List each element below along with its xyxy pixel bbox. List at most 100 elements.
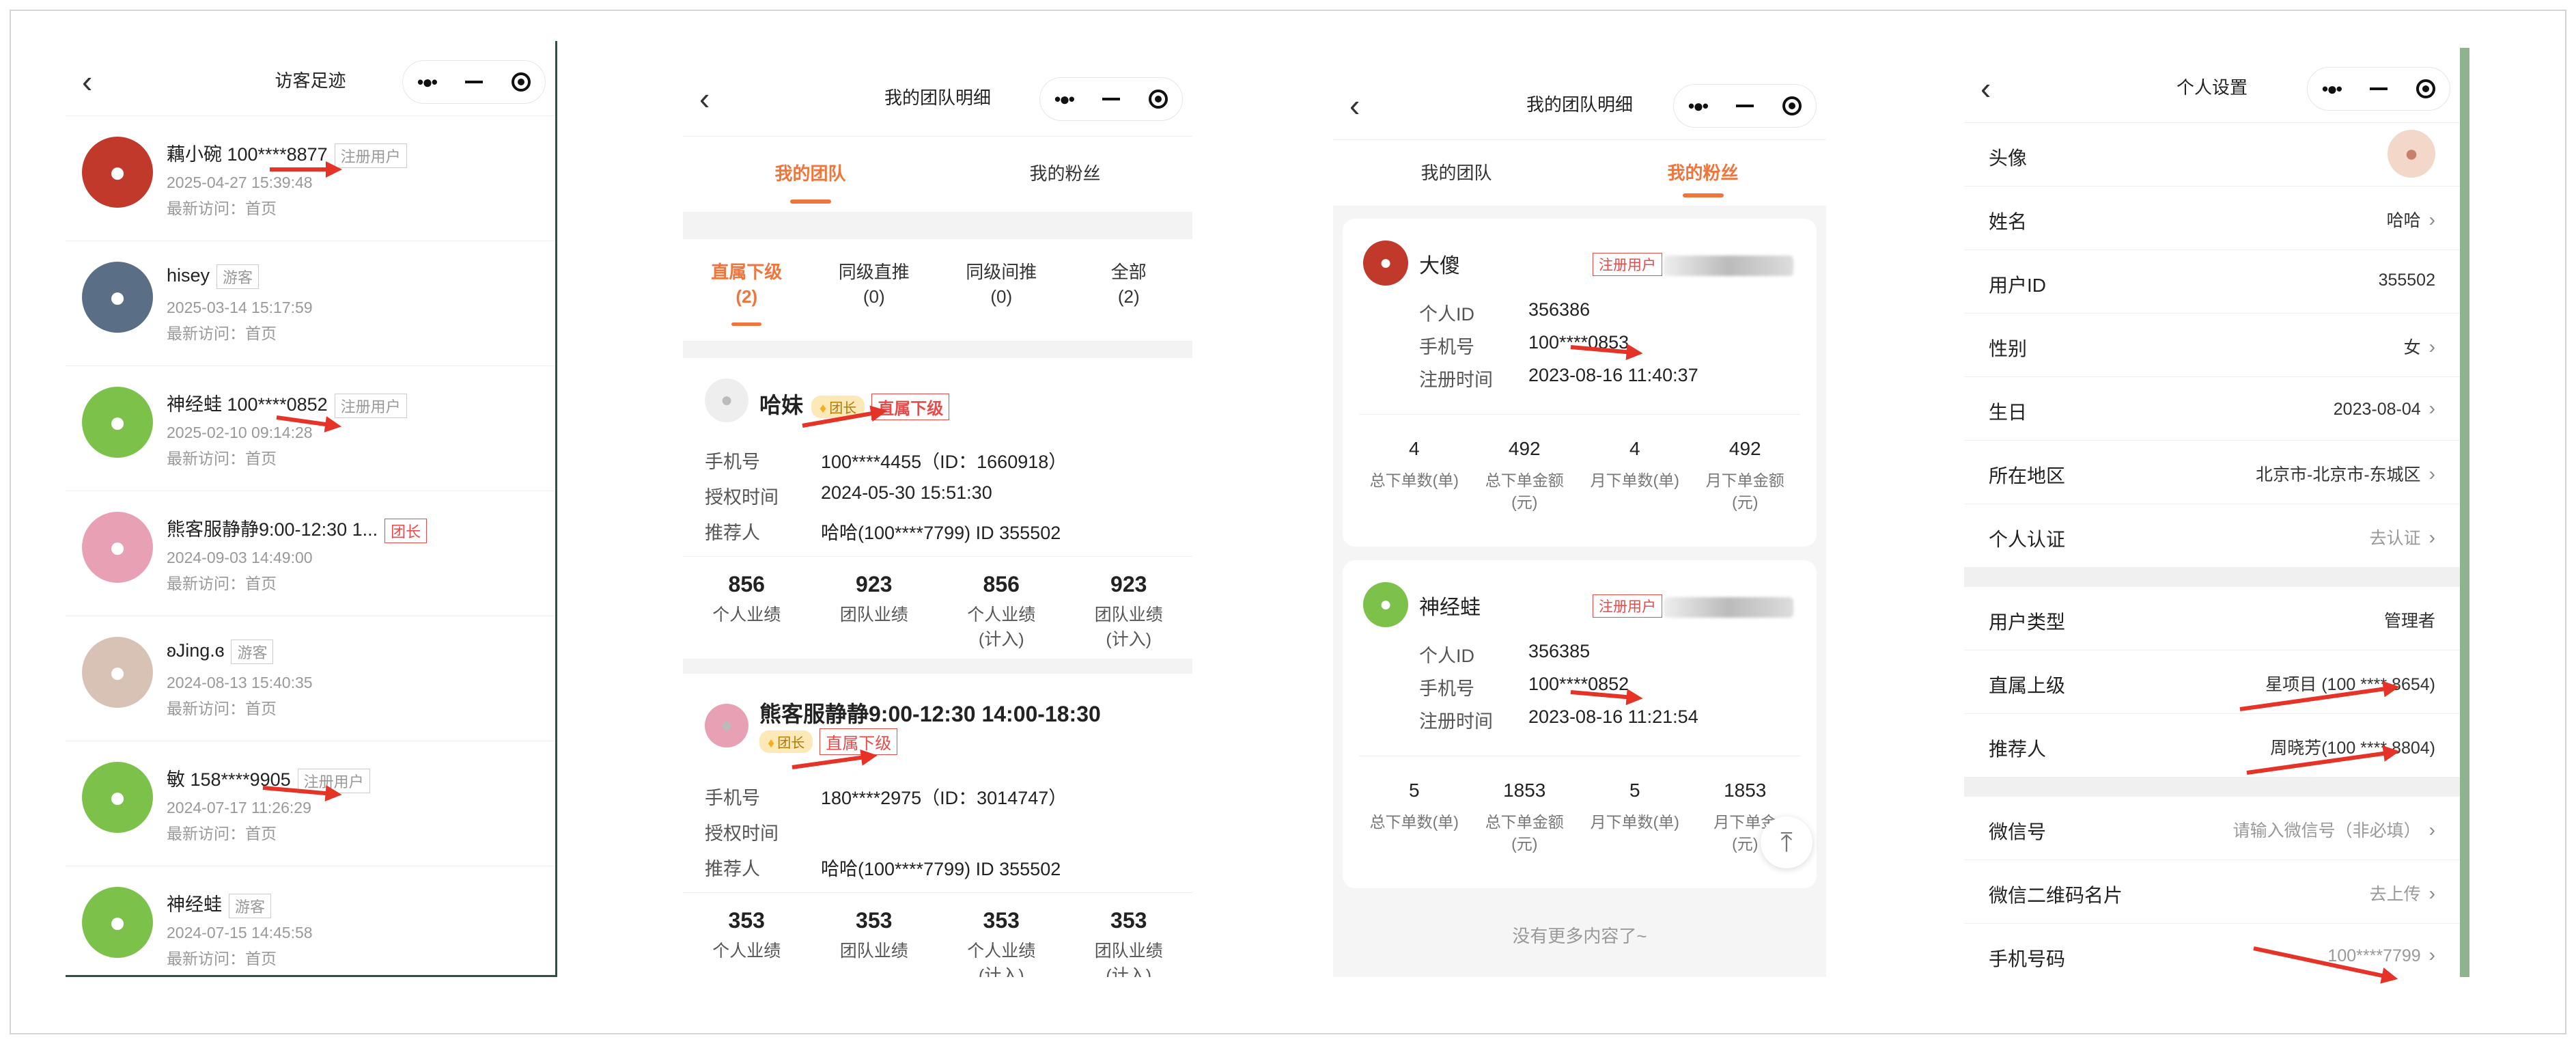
minimize-icon[interactable] bbox=[2369, 87, 2388, 90]
more-dots-icon[interactable]: •●• bbox=[1688, 96, 1709, 117]
settings-row[interactable]: 微信二维码名片 去上传 › bbox=[1964, 860, 2460, 924]
fan-phone-row: 手机号 100****0852 bbox=[1419, 674, 1629, 700]
subtab[interactable]: 同级直推 (0) bbox=[811, 239, 938, 341]
visitor-tag: 注册用户 bbox=[334, 143, 407, 168]
auth-value: 2024-05-30 15:51:30 bbox=[821, 482, 992, 503]
chevron-right-icon: › bbox=[2428, 209, 2435, 230]
settings-row[interactable]: 用户ID 355502 bbox=[1964, 250, 2460, 314]
minimize-icon[interactable] bbox=[464, 81, 483, 83]
visitor-item[interactable]: ● 藕小碗 100****8877 注册用户 2025-04-27 15:39:4… bbox=[66, 116, 555, 241]
fan-stat-cell: 5 总下单数(单) bbox=[1359, 756, 1470, 855]
settings-row[interactable]: 生日 2023-08-04 › bbox=[1964, 377, 2460, 441]
settings-row[interactable]: 性别 女 › bbox=[1964, 314, 2460, 377]
minimize-icon[interactable] bbox=[1735, 105, 1754, 107]
fan-id-row: 个人ID 356385 bbox=[1419, 641, 1590, 668]
fan-stat-value: 4 bbox=[1408, 438, 1420, 459]
stat-cell: 923 团队业绩 (计入) bbox=[1065, 557, 1193, 652]
frog-avatar: ● bbox=[82, 387, 153, 458]
member-card[interactable]: ● 熊客服静静9:00-12:30 14:00-18:30 团长直属下级 手机号… bbox=[683, 674, 1192, 977]
settings-row[interactable]: 头像 ● bbox=[1964, 123, 2460, 187]
mini-program-capsule[interactable]: •●• bbox=[1673, 84, 1817, 128]
visit-time: 2025-04-27 15:39:48 bbox=[167, 174, 313, 191]
team-tabs: 我的团队 我的粉丝 bbox=[1333, 140, 1826, 206]
frog-avatar: ● bbox=[82, 762, 153, 833]
visitor-name-text: 神经蛙 100****0852 bbox=[167, 394, 328, 415]
more-dots-icon[interactable]: •●• bbox=[2322, 79, 2342, 100]
fan-id-label: 个人ID bbox=[1419, 304, 1474, 325]
stat-value: 856 bbox=[983, 572, 1020, 596]
mini-program-capsule[interactable]: •●• bbox=[2307, 67, 2450, 111]
visitor-item[interactable]: ● 神经蛙 100****0852 注册用户 2025-02-10 09:14:2… bbox=[66, 366, 555, 491]
member-card[interactable]: ● 哈妹团长直属下级 手机号100****4455（ID：1660918） 授权… bbox=[683, 358, 1192, 659]
settings-value: 100****7799 › bbox=[2327, 944, 2435, 966]
fan-card[interactable]: ● 大傻 注册用户 个人ID 356386 手机号 100****0853 注册时间… bbox=[1343, 219, 1817, 547]
visitor-list: ● 藕小碗 100****8877 注册用户 2025-04-27 15:39:4… bbox=[66, 116, 555, 975]
subtab[interactable]: 全部 (2) bbox=[1065, 239, 1193, 341]
close-target-icon[interactable] bbox=[2416, 79, 2435, 98]
stat-label: 个人业绩 (计入) bbox=[967, 605, 1036, 649]
settings-row[interactable]: 所在地区 北京市-北京市-东城区 › bbox=[1964, 441, 2460, 504]
settings-value-text: 355502 bbox=[2378, 271, 2435, 290]
tab-my-team[interactable]: 我的团队 bbox=[683, 137, 938, 212]
frog-avatar: ● bbox=[82, 887, 153, 958]
visitor-item[interactable]: ● 敏 158****9905 注册用户 2024-07-17 11:26:29 … bbox=[66, 741, 555, 866]
visit-time: 2024-07-17 11:26:29 bbox=[167, 799, 311, 816]
fan-stat-label: 总下单金额 (元) bbox=[1485, 813, 1564, 853]
settings-row[interactable]: 用户类型 管理者 bbox=[1964, 587, 2460, 650]
tab-my-fans[interactable]: 我的粉丝 bbox=[1580, 140, 1826, 206]
member-stats: 856 个人业绩 923 团队业绩 856 个人业绩 (计入) 923 团队业绩… bbox=[683, 556, 1192, 652]
subtab[interactable]: 同级间推 (0) bbox=[938, 239, 1065, 341]
direct-tag: 直属下级 bbox=[820, 728, 898, 755]
back-to-top-icon[interactable]: ⤒ bbox=[1761, 816, 1812, 868]
close-target-icon[interactable] bbox=[1782, 96, 1802, 115]
close-target-icon[interactable] bbox=[1148, 90, 1168, 109]
visitor-item[interactable]: ● 熊客服静静9:00-12:30 1... 团长 2024-09-03 14:4… bbox=[66, 491, 555, 616]
leader-badge: 团长 bbox=[759, 730, 813, 753]
settings-row[interactable]: 姓名 哈哈 › bbox=[1964, 187, 2460, 250]
mini-program-capsule[interactable]: •●• bbox=[402, 60, 546, 104]
minimize-icon[interactable] bbox=[1102, 98, 1120, 100]
stat-cell: 353 个人业绩 bbox=[683, 893, 811, 977]
settings-value: ● bbox=[2388, 130, 2435, 178]
visitor-name-text: ʚJing.ɞ bbox=[167, 640, 225, 661]
subtab-label: 同级间推 bbox=[966, 262, 1037, 282]
team-detail-screen: ‹ 我的团队明细 •●• 我的团队 我的粉丝 直属下级 (2) 同级直推 (0)… bbox=[683, 58, 1192, 977]
settings-label: 性别 bbox=[1989, 338, 2028, 359]
mini-program-capsule[interactable]: •●• bbox=[1039, 77, 1183, 121]
stat-value: 923 bbox=[856, 572, 893, 596]
more-dots-icon[interactable]: •●• bbox=[1054, 89, 1075, 110]
subtab-count: (0) bbox=[990, 286, 1013, 307]
auth-label: 授权时间 bbox=[705, 823, 779, 844]
visitor-tag: 游客 bbox=[216, 264, 260, 289]
visitor-item[interactable]: ● 神经蛙 游客 2024-07-15 14:45:58 最新访问：首页 bbox=[66, 866, 555, 975]
chevron-right-icon: › bbox=[2428, 883, 2435, 904]
settings-value-text: 管理者 bbox=[2383, 612, 2435, 631]
fan-stat-cell: 1853 总下单金额 (元) bbox=[1470, 756, 1580, 855]
chevron-right-icon: › bbox=[2428, 398, 2435, 419]
fan-card[interactable]: ● 神经蛙 注册用户 个人ID 356385 手机号 100****0852 注册时… bbox=[1343, 560, 1817, 888]
visitor-item[interactable]: ● ʚJing.ɞ 游客 2024-08-13 15:40:35 最新访问：首页 bbox=[66, 616, 555, 741]
more-dots-icon[interactable]: •●• bbox=[417, 72, 438, 93]
visit-page: 最新访问：首页 bbox=[167, 825, 277, 842]
tab-my-fans[interactable]: 我的粉丝 bbox=[938, 137, 1192, 212]
settings-value: 去认证 › bbox=[2370, 525, 2435, 549]
tab-my-team[interactable]: 我的团队 bbox=[1333, 140, 1580, 206]
settings-row[interactable]: 个人认证 去认证 › bbox=[1964, 504, 2460, 568]
settings-value-text: 女 bbox=[2403, 338, 2421, 357]
visit-page: 最新访问：首页 bbox=[167, 450, 277, 467]
settings-row[interactable]: 微信号 请输入微信号（非必填） › bbox=[1964, 797, 2460, 860]
visit-page: 最新访问：首页 bbox=[167, 950, 277, 967]
fan-stat-label: 月下单数(单) bbox=[1590, 813, 1679, 831]
visitor-item[interactable]: ● hisey 游客 2025-03-14 15:17:59 最新访问：首页 bbox=[66, 241, 555, 366]
visit-page: 最新访问：首页 bbox=[167, 325, 277, 342]
fan-phone-label: 手机号 bbox=[1419, 678, 1474, 699]
phone-row: 手机号 100****4455（ID：1660918） bbox=[705, 447, 1067, 473]
team-tabs: 我的团队 我的粉丝 bbox=[683, 137, 1192, 212]
subtab[interactable]: 直属下级 (2) bbox=[683, 239, 811, 341]
user-avatar[interactable]: ● bbox=[2388, 130, 2435, 178]
level-subtabs: 直属下级 (2) 同级直推 (0) 同级间推 (0) 全部 (2) bbox=[683, 239, 1192, 342]
close-target-icon[interactable] bbox=[511, 72, 531, 92]
fan-stat-value: 492 bbox=[1508, 438, 1541, 459]
settings-value: 管理者 bbox=[2384, 607, 2435, 632]
visitor-name: ʚJing.ɞ 游客 bbox=[167, 640, 274, 664]
